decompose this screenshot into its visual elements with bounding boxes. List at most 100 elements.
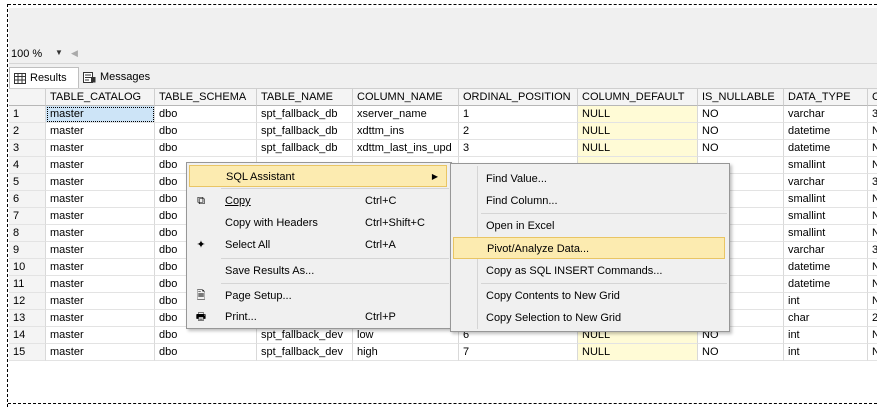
column-header[interactable]: CH xyxy=(868,89,877,106)
grid-cell[interactable]: smallint xyxy=(784,191,868,208)
grid-cell[interactable]: xdttm_ins xyxy=(353,123,459,140)
grid-cell[interactable]: varchar xyxy=(784,106,868,123)
grid-cell[interactable]: spt_fallback_db xyxy=(257,140,353,157)
column-header[interactable]: TABLE_CATALOG xyxy=(46,89,155,106)
grid-cell[interactable]: master xyxy=(46,208,155,225)
grid-cell[interactable]: NULL xyxy=(578,140,698,157)
table-row[interactable]: 1 master dbo spt_fallback_db xserver_name 1 NU… xyxy=(9,106,877,123)
menu-item-page-setup[interactable]: 🗎 Page Setup... xyxy=(189,285,447,307)
grid-cell[interactable]: high xyxy=(353,344,459,361)
grid-cell[interactable]: int xyxy=(784,344,868,361)
row-number[interactable]: 15 xyxy=(9,344,46,361)
grid-cell[interactable]: master xyxy=(46,327,155,344)
row-number[interactable]: 10 xyxy=(9,259,46,276)
grid-cell[interactable]: master xyxy=(46,293,155,310)
grid-cell[interactable]: master xyxy=(46,344,155,361)
grid-cell[interactable]: NO xyxy=(698,123,784,140)
row-number[interactable]: 3 xyxy=(9,140,46,157)
grid-cell[interactable]: spt_fallback_dev xyxy=(257,327,353,344)
grid-cell[interactable]: smallint xyxy=(784,225,868,242)
grid-cell[interactable]: 30 xyxy=(868,106,877,123)
menu-item-copy[interactable]: ⧉ Copy Ctrl+C xyxy=(189,190,447,212)
grid-cell[interactable]: char xyxy=(784,310,868,327)
menu-item-save-results-as[interactable]: Save Results As... xyxy=(189,260,447,282)
submenu-item-copy-contents-new-grid[interactable]: Copy Contents to New Grid xyxy=(453,285,725,307)
grid-cell[interactable]: master xyxy=(46,191,155,208)
column-header[interactable]: TABLE_NAME xyxy=(257,89,353,106)
tab-messages[interactable]: Messages xyxy=(79,67,171,87)
grid-cell[interactable]: master xyxy=(46,276,155,293)
grid-cell[interactable]: N xyxy=(868,140,877,157)
column-header[interactable]: IS_NULLABLE xyxy=(698,89,784,106)
grid-cell[interactable]: xdttm_last_ins_upd xyxy=(353,140,459,157)
grid-cell[interactable]: master xyxy=(46,106,155,123)
submenu-item-pivot-analyze[interactable]: Pivot/Analyze Data... xyxy=(453,237,725,259)
grid-cell[interactable]: 1 xyxy=(459,106,578,123)
column-header[interactable]: COLUMN_DEFAULT xyxy=(578,89,698,106)
column-header[interactable]: ORDINAL_POSITION xyxy=(459,89,578,106)
grid-cell[interactable]: dbo xyxy=(155,106,257,123)
submenu-item-open-in-excel[interactable]: Open in Excel xyxy=(453,215,725,237)
zoom-dropdown-icon[interactable]: ▼ xyxy=(55,48,63,57)
tab-results[interactable]: Results xyxy=(9,67,79,88)
grid-cell[interactable]: master xyxy=(46,310,155,327)
table-row[interactable]: 15 master dbo spt_fallback_dev high 7 NULL NO in… xyxy=(9,344,877,361)
grid-cell[interactable]: master xyxy=(46,123,155,140)
grid-cell[interactable]: N xyxy=(868,208,877,225)
submenu-item-copy-as-insert[interactable]: Copy as SQL INSERT Commands... xyxy=(453,260,725,282)
grid-cell[interactable]: int xyxy=(784,327,868,344)
column-header[interactable]: DATA_TYPE xyxy=(784,89,868,106)
grid-cell[interactable]: N xyxy=(868,344,877,361)
row-number[interactable]: 6 xyxy=(9,191,46,208)
grid-cell[interactable]: 3 xyxy=(459,140,578,157)
row-number[interactable]: 9 xyxy=(9,242,46,259)
grid-cell[interactable]: N xyxy=(868,276,877,293)
grid-cell[interactable]: master xyxy=(46,225,155,242)
grid-cell[interactable]: smallint xyxy=(784,157,868,174)
grid-cell[interactable]: master xyxy=(46,174,155,191)
column-header[interactable]: COLUMN_NAME xyxy=(353,89,459,106)
grid-cell[interactable]: xserver_name xyxy=(353,106,459,123)
table-row[interactable]: 14 master dbo spt_fallback_dev low 6 NULL NO int… xyxy=(9,327,877,344)
row-number[interactable]: 7 xyxy=(9,208,46,225)
grid-cell[interactable]: int xyxy=(784,293,868,310)
submenu-item-find-column[interactable]: Find Column... xyxy=(453,190,725,212)
grid-cell[interactable]: datetime xyxy=(784,259,868,276)
grid-cell[interactable]: spt_fallback_dev xyxy=(257,344,353,361)
grid-cell[interactable]: NO xyxy=(698,106,784,123)
row-number[interactable]: 12 xyxy=(9,293,46,310)
grid-cell[interactable]: 30 xyxy=(868,242,877,259)
grid-cell[interactable]: master xyxy=(46,140,155,157)
grid-cell[interactable]: master xyxy=(46,259,155,276)
column-header[interactable] xyxy=(9,89,46,106)
grid-cell[interactable]: datetime xyxy=(784,140,868,157)
zoom-value[interactable]: 100 % xyxy=(11,48,42,60)
column-header[interactable]: TABLE_SCHEMA xyxy=(155,89,257,106)
grid-cell[interactable]: 30 xyxy=(868,174,877,191)
row-number[interactable]: 11 xyxy=(9,276,46,293)
grid-cell[interactable]: master xyxy=(46,242,155,259)
menu-item-sql-assistant[interactable]: SQL Assistant ▶ xyxy=(189,165,447,187)
grid-cell[interactable]: N xyxy=(868,327,877,344)
submenu-item-copy-selection-new-grid[interactable]: Copy Selection to New Grid xyxy=(453,307,725,329)
grid-cell[interactable]: 2 xyxy=(868,310,877,327)
grid-cell[interactable]: datetime xyxy=(784,276,868,293)
menu-item-select-all[interactable]: ✦ Select All Ctrl+A xyxy=(189,234,447,256)
grid-cell[interactable]: dbo xyxy=(155,344,257,361)
grid-cell[interactable]: spt_fallback_db xyxy=(257,106,353,123)
grid-cell[interactable]: spt_fallback_db xyxy=(257,123,353,140)
grid-cell[interactable]: N xyxy=(868,225,877,242)
grid-cell[interactable]: 2 xyxy=(459,123,578,140)
row-number[interactable]: 8 xyxy=(9,225,46,242)
grid-cell[interactable]: dbo xyxy=(155,123,257,140)
scroll-left-icon[interactable]: ◀ xyxy=(71,48,78,59)
grid-cell[interactable]: N xyxy=(868,191,877,208)
query-editor-area[interactable] xyxy=(9,8,877,46)
table-row[interactable]: 3 master dbo spt_fallback_db xdttm_last_ins_… xyxy=(9,140,877,157)
grid-cell[interactable]: master xyxy=(46,157,155,174)
row-number[interactable]: 13 xyxy=(9,310,46,327)
row-number[interactable]: 1 xyxy=(9,106,46,123)
grid-cell[interactable]: N xyxy=(868,293,877,310)
row-number[interactable]: 5 xyxy=(9,174,46,191)
grid-cell[interactable]: low xyxy=(353,327,459,344)
